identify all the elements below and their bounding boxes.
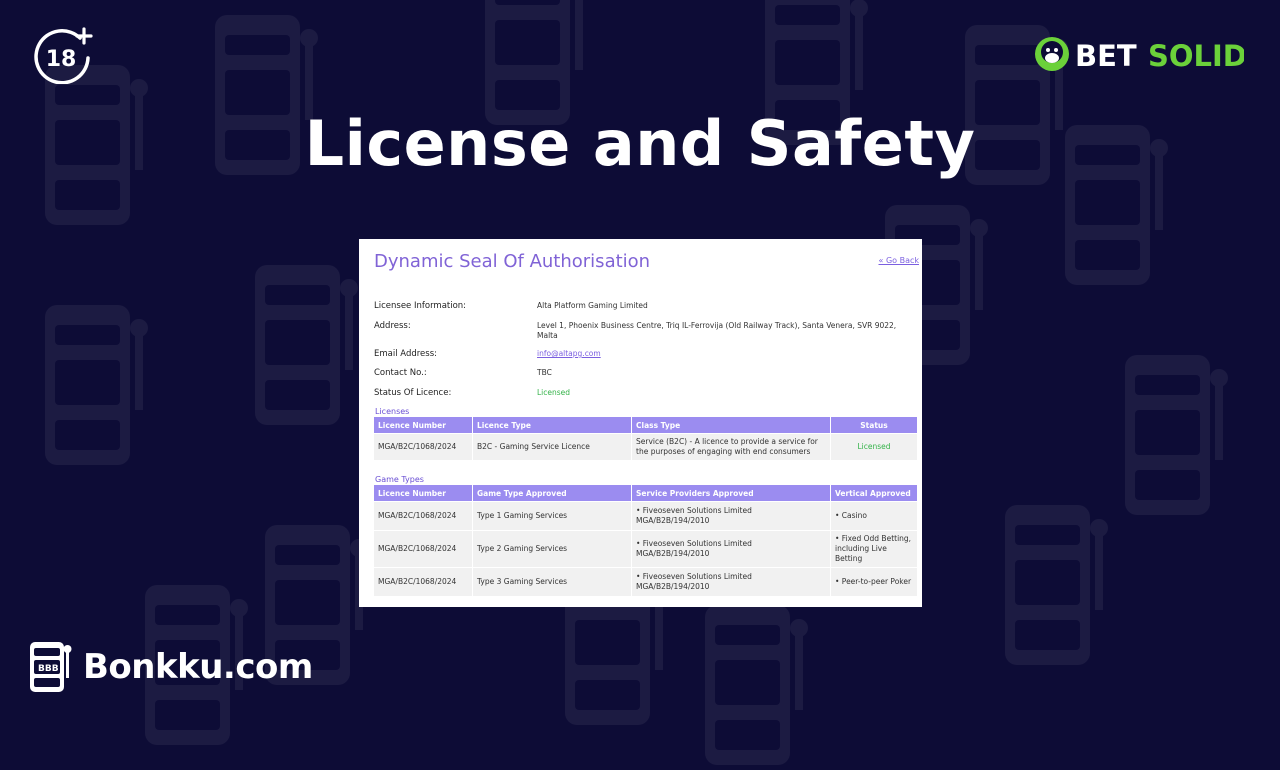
background-slot-machine-icon [255, 265, 358, 425]
info-value: Level 1, Phoenix Business Centre, Triq I… [537, 321, 897, 340]
column-header: Vertical Approved [831, 485, 918, 501]
page-title: License and Safety [304, 107, 976, 180]
info-label: Email Address: [374, 349, 437, 359]
status-cell: Licensed [831, 434, 918, 460]
table-row: MGA/B2C/1068/2024 Type 3 Gaming Services… [374, 568, 918, 596]
bonkku-logo: BBB Bonkku.com [27, 640, 313, 694]
info-value: TBC [537, 368, 552, 377]
svg-text:BBB: BBB [38, 664, 59, 674]
table-cell: Type 3 Gaming Services [473, 568, 632, 596]
table-cell: MGA/B2C/1068/2024 [374, 502, 473, 530]
license-seal-card: Dynamic Seal Of Authorisation « Go Back … [359, 239, 922, 607]
licenses-section-label: Licenses [375, 407, 410, 416]
seal-title: Dynamic Seal Of Authorisation [374, 251, 651, 272]
age-restriction-18-plus-icon: 18 [34, 27, 93, 84]
email-link[interactable]: info@altapg.com [537, 349, 912, 359]
table-header-row: Licence Number Licence Type Class Type S… [374, 417, 918, 433]
info-label: Licensee Information: [374, 301, 467, 311]
column-header: Status [831, 417, 918, 433]
licence-status-value: Licensed [537, 388, 571, 397]
footer-site-name: Bonkku.com [83, 647, 313, 687]
table-cell: • Peer-to-peer Poker [831, 568, 918, 596]
background-slot-machine-icon [1005, 505, 1108, 665]
game-types-section-label: Game Types [375, 475, 424, 484]
table-cell: • Fiveoseven Solutions Limited MGA/B2B/1… [632, 531, 831, 567]
table-cell: Service (B2C) - A licence to provide a s… [632, 434, 831, 460]
licenses-table: Licence Number Licence Type Class Type S… [374, 416, 918, 461]
table-cell: MGA/B2C/1068/2024 [374, 531, 473, 567]
info-label: Status Of Licence: [374, 388, 452, 398]
info-value: Alta Platform Gaming Limited [537, 301, 648, 310]
table-row: MGA/B2C/1068/2024 B2C - Gaming Service L… [374, 434, 918, 460]
background-slot-machine-icon [45, 305, 148, 465]
info-label: Contact No.: [374, 368, 427, 378]
background-slot-machine-icon [1125, 355, 1228, 515]
table-cell: Type 1 Gaming Services [473, 502, 632, 530]
brand-name-part2: SOLID [1148, 39, 1244, 73]
table-cell: B2C - Gaming Service Licence [473, 434, 632, 460]
table-row: MGA/B2C/1068/2024 Type 2 Gaming Services… [374, 531, 918, 567]
table-row: MGA/B2C/1068/2024 Type 1 Gaming Services… [374, 502, 918, 530]
table-header-row: Licence Number Game Type Approved Servic… [374, 485, 918, 501]
column-header: Licence Number [374, 485, 473, 501]
column-header: Service Providers Approved [632, 485, 831, 501]
gorilla-mascot-icon [1035, 37, 1069, 71]
brand-name-part1: BET [1075, 39, 1137, 73]
betsolid-logo: BET SOLID [1032, 34, 1247, 76]
table-cell: • Fiveoseven Solutions Limited MGA/B2B/1… [632, 502, 831, 530]
table-cell: Type 2 Gaming Services [473, 531, 632, 567]
column-header: Licence Type [473, 417, 632, 433]
background-slot-machine-icon [705, 605, 808, 765]
age-limit-text: 18 [46, 47, 77, 72]
game-types-table: Licence Number Game Type Approved Servic… [374, 484, 918, 597]
table-cell: MGA/B2C/1068/2024 [374, 568, 473, 596]
info-label: Address: [374, 321, 411, 331]
column-header: Licence Number [374, 417, 473, 433]
slot-machine-icon: BBB [30, 642, 72, 692]
table-cell: • Casino [831, 502, 918, 530]
table-cell: • Fiveoseven Solutions Limited MGA/B2B/1… [632, 568, 831, 596]
column-header: Class Type [632, 417, 831, 433]
table-cell: MGA/B2C/1068/2024 [374, 434, 473, 460]
table-cell: • Fixed Odd Betting, including Live Bett… [831, 531, 918, 567]
go-back-link[interactable]: « Go Back [879, 256, 920, 265]
column-header: Game Type Approved [473, 485, 632, 501]
